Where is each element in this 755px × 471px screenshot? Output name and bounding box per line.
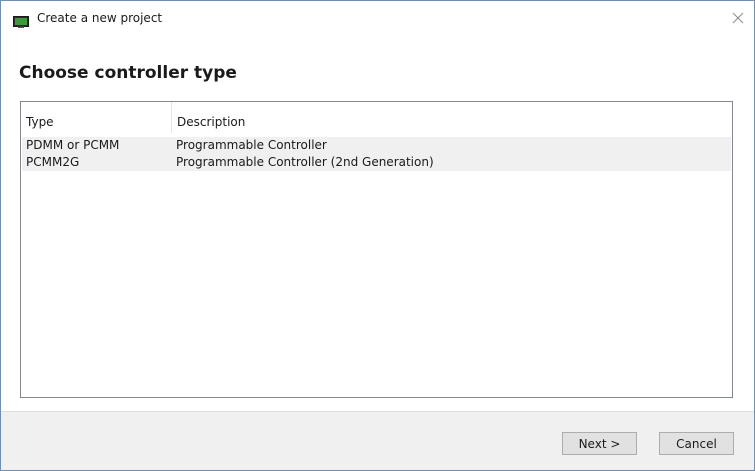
list-header: Type Description: [21, 102, 732, 134]
app-window-icon: [13, 13, 29, 28]
window-title: Create a new project: [37, 11, 163, 25]
title-bar: Create a new project: [1, 1, 754, 35]
page-title: Choose controller type: [19, 63, 237, 83]
controller-type-list[interactable]: Type Description PDMM or PCMM Programmab…: [20, 101, 733, 398]
list-item[interactable]: PCMM2G Programmable Controller (2nd Gene…: [22, 154, 731, 171]
list-item-description: Programmable Controller: [176, 138, 327, 152]
close-icon: [732, 9, 744, 28]
dialog-window: Create a new project Choose controller t…: [0, 0, 755, 471]
list-item-type: PCMM2G: [26, 155, 80, 169]
next-button[interactable]: Next >: [562, 432, 637, 455]
column-header-type[interactable]: Type: [21, 102, 172, 133]
button-bar: Next > Cancel: [1, 411, 754, 470]
cancel-button[interactable]: Cancel: [659, 432, 734, 455]
list-item[interactable]: PDMM or PCMM Programmable Controller: [22, 137, 731, 154]
list-item-type: PDMM or PCMM: [26, 138, 120, 152]
close-button[interactable]: [724, 5, 752, 31]
column-header-description[interactable]: Description: [172, 102, 472, 133]
list-item-description: Programmable Controller (2nd Generation): [176, 155, 434, 169]
